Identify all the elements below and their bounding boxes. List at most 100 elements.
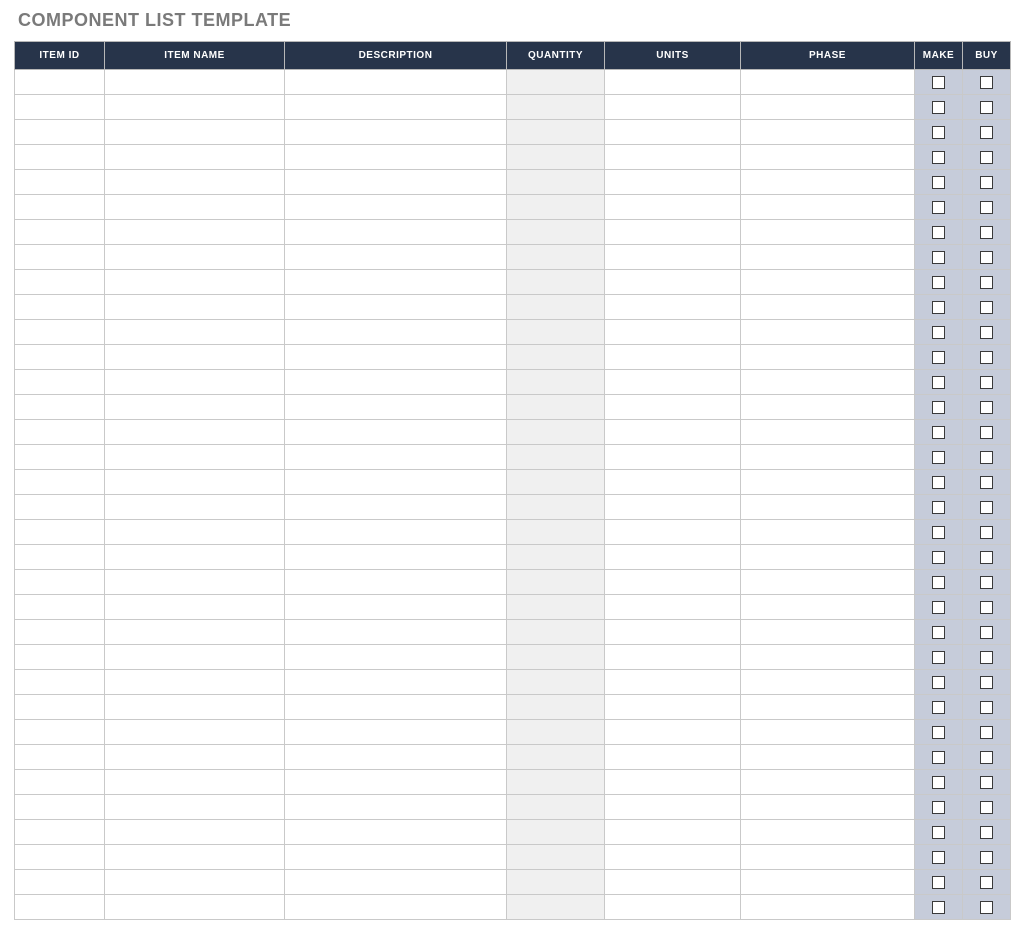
cell-item-name[interactable] xyxy=(105,245,285,270)
make-checkbox[interactable] xyxy=(932,626,945,639)
cell-quantity[interactable] xyxy=(507,445,605,470)
cell-item-id[interactable] xyxy=(15,420,105,445)
cell-phase[interactable] xyxy=(741,470,915,495)
cell-item-name[interactable] xyxy=(105,270,285,295)
cell-phase[interactable] xyxy=(741,195,915,220)
cell-description[interactable] xyxy=(285,670,507,695)
cell-quantity[interactable] xyxy=(507,620,605,645)
make-checkbox[interactable] xyxy=(932,751,945,764)
cell-description[interactable] xyxy=(285,370,507,395)
cell-description[interactable] xyxy=(285,895,507,920)
make-checkbox[interactable] xyxy=(932,526,945,539)
cell-item-id[interactable] xyxy=(15,70,105,95)
cell-units[interactable] xyxy=(605,870,741,895)
cell-units[interactable] xyxy=(605,620,741,645)
buy-checkbox[interactable] xyxy=(980,176,993,189)
cell-quantity[interactable] xyxy=(507,320,605,345)
cell-units[interactable] xyxy=(605,70,741,95)
cell-units[interactable] xyxy=(605,745,741,770)
cell-phase[interactable] xyxy=(741,220,915,245)
buy-checkbox[interactable] xyxy=(980,876,993,889)
cell-description[interactable] xyxy=(285,595,507,620)
cell-description[interactable] xyxy=(285,720,507,745)
cell-description[interactable] xyxy=(285,745,507,770)
cell-item-id[interactable] xyxy=(15,645,105,670)
buy-checkbox[interactable] xyxy=(980,551,993,564)
cell-item-id[interactable] xyxy=(15,120,105,145)
cell-description[interactable] xyxy=(285,420,507,445)
cell-quantity[interactable] xyxy=(507,795,605,820)
cell-units[interactable] xyxy=(605,770,741,795)
buy-checkbox[interactable] xyxy=(980,826,993,839)
cell-phase[interactable] xyxy=(741,745,915,770)
cell-item-name[interactable] xyxy=(105,445,285,470)
make-checkbox[interactable] xyxy=(932,651,945,664)
make-checkbox[interactable] xyxy=(932,201,945,214)
cell-description[interactable] xyxy=(285,795,507,820)
cell-phase[interactable] xyxy=(741,695,915,720)
buy-checkbox[interactable] xyxy=(980,476,993,489)
cell-description[interactable] xyxy=(285,170,507,195)
cell-quantity[interactable] xyxy=(507,420,605,445)
cell-item-id[interactable] xyxy=(15,470,105,495)
cell-description[interactable] xyxy=(285,70,507,95)
cell-phase[interactable] xyxy=(741,145,915,170)
cell-item-name[interactable] xyxy=(105,395,285,420)
cell-item-name[interactable] xyxy=(105,120,285,145)
cell-description[interactable] xyxy=(285,445,507,470)
cell-item-id[interactable] xyxy=(15,695,105,720)
buy-checkbox[interactable] xyxy=(980,426,993,439)
cell-phase[interactable] xyxy=(741,270,915,295)
cell-item-name[interactable] xyxy=(105,870,285,895)
cell-item-id[interactable] xyxy=(15,570,105,595)
cell-quantity[interactable] xyxy=(507,820,605,845)
make-checkbox[interactable] xyxy=(932,776,945,789)
cell-quantity[interactable] xyxy=(507,270,605,295)
make-checkbox[interactable] xyxy=(932,151,945,164)
make-checkbox[interactable] xyxy=(932,476,945,489)
cell-phase[interactable] xyxy=(741,370,915,395)
cell-description[interactable] xyxy=(285,470,507,495)
cell-description[interactable] xyxy=(285,770,507,795)
make-checkbox[interactable] xyxy=(932,726,945,739)
buy-checkbox[interactable] xyxy=(980,701,993,714)
make-checkbox[interactable] xyxy=(932,676,945,689)
cell-item-id[interactable] xyxy=(15,770,105,795)
make-checkbox[interactable] xyxy=(932,426,945,439)
cell-phase[interactable] xyxy=(741,320,915,345)
cell-item-id[interactable] xyxy=(15,820,105,845)
cell-description[interactable] xyxy=(285,820,507,845)
cell-description[interactable] xyxy=(285,620,507,645)
cell-quantity[interactable] xyxy=(507,570,605,595)
cell-units[interactable] xyxy=(605,345,741,370)
cell-phase[interactable] xyxy=(741,595,915,620)
buy-checkbox[interactable] xyxy=(980,676,993,689)
cell-description[interactable] xyxy=(285,270,507,295)
cell-description[interactable] xyxy=(285,345,507,370)
cell-description[interactable] xyxy=(285,295,507,320)
cell-quantity[interactable] xyxy=(507,645,605,670)
cell-quantity[interactable] xyxy=(507,395,605,420)
cell-item-name[interactable] xyxy=(105,720,285,745)
cell-quantity[interactable] xyxy=(507,70,605,95)
buy-checkbox[interactable] xyxy=(980,226,993,239)
cell-item-name[interactable] xyxy=(105,670,285,695)
cell-units[interactable] xyxy=(605,470,741,495)
cell-description[interactable] xyxy=(285,870,507,895)
buy-checkbox[interactable] xyxy=(980,626,993,639)
buy-checkbox[interactable] xyxy=(980,501,993,514)
make-checkbox[interactable] xyxy=(932,126,945,139)
cell-item-name[interactable] xyxy=(105,620,285,645)
buy-checkbox[interactable] xyxy=(980,401,993,414)
make-checkbox[interactable] xyxy=(932,851,945,864)
cell-phase[interactable] xyxy=(741,445,915,470)
buy-checkbox[interactable] xyxy=(980,576,993,589)
cell-item-name[interactable] xyxy=(105,520,285,545)
cell-units[interactable] xyxy=(605,120,741,145)
cell-description[interactable] xyxy=(285,145,507,170)
make-checkbox[interactable] xyxy=(932,901,945,914)
cell-units[interactable] xyxy=(605,295,741,320)
buy-checkbox[interactable] xyxy=(980,101,993,114)
buy-checkbox[interactable] xyxy=(980,376,993,389)
make-checkbox[interactable] xyxy=(932,76,945,89)
